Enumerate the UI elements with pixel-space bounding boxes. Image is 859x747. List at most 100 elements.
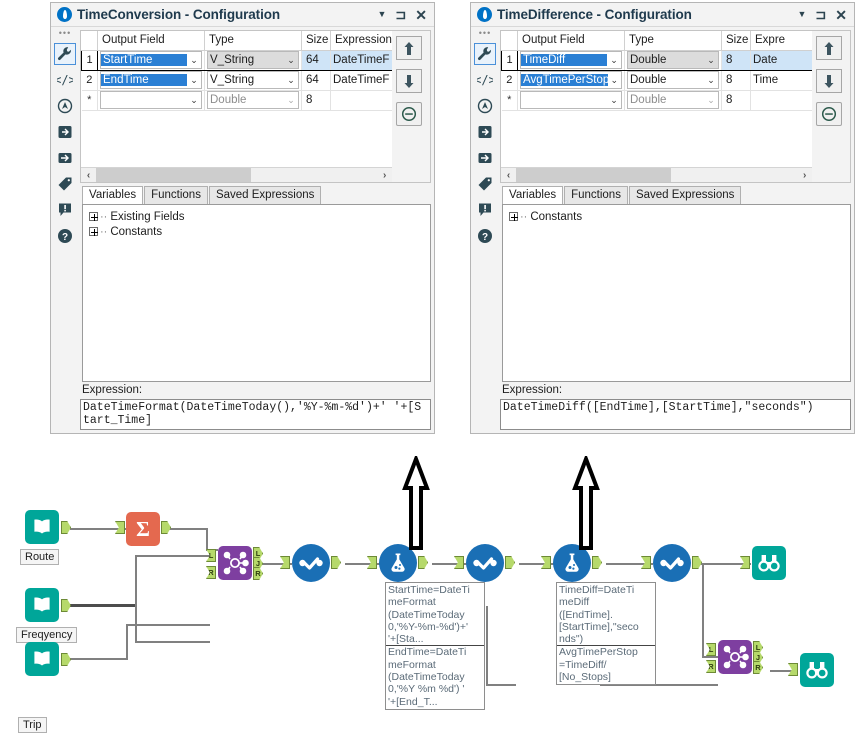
chevron-down-icon[interactable]: ⌄ bbox=[704, 95, 718, 106]
output-port[interactable] bbox=[592, 556, 602, 569]
table-row[interactable]: 1 TimeDiff ⌄ Double ⌄ 8 Date bbox=[501, 49, 813, 71]
tool-summarize[interactable]: Σ bbox=[115, 512, 171, 546]
wrench-icon[interactable] bbox=[474, 43, 496, 65]
move-up-button[interactable] bbox=[816, 36, 843, 60]
tag-icon[interactable] bbox=[54, 173, 76, 195]
tag-icon[interactable] bbox=[474, 173, 496, 195]
output-port[interactable] bbox=[692, 556, 702, 569]
tab-saved-expressions[interactable]: Saved Expressions bbox=[628, 186, 742, 204]
scroll-left-icon[interactable]: ‹ bbox=[501, 170, 516, 181]
chevron-down-icon[interactable]: ⌄ bbox=[607, 95, 621, 106]
output-fields-grid[interactable]: Output Field Type Size Expre 1 TimeDiff ⌄… bbox=[501, 31, 813, 182]
output-port[interactable] bbox=[61, 653, 71, 666]
node-label-freqyency[interactable]: Freqyency bbox=[16, 627, 78, 643]
dropdown-caret-button[interactable]: ▼ bbox=[797, 10, 806, 19]
move-down-button[interactable] bbox=[396, 69, 423, 93]
tab-variables[interactable]: Variables bbox=[502, 186, 564, 204]
expand-plus-icon[interactable] bbox=[89, 212, 98, 221]
table-row[interactable]: * ⌄ Double ⌄ 8 bbox=[501, 90, 813, 111]
expression-cell[interactable]: Time bbox=[750, 70, 813, 91]
tool-browse-1[interactable] bbox=[740, 546, 786, 580]
output-port[interactable] bbox=[505, 556, 515, 569]
scrollbar-track[interactable] bbox=[96, 167, 378, 182]
size-cell[interactable]: 8 bbox=[301, 90, 331, 111]
chevron-down-icon[interactable]: ⌄ bbox=[608, 75, 621, 86]
tool-input-trip[interactable] bbox=[25, 642, 71, 676]
chevron-down-icon[interactable]: ⌄ bbox=[284, 55, 298, 66]
expand-plus-icon[interactable] bbox=[89, 227, 98, 236]
tree-item-constants[interactable]: ·· Constants bbox=[89, 224, 430, 239]
compass-icon[interactable] bbox=[54, 95, 76, 117]
type-cell[interactable]: V_String ⌄ bbox=[204, 49, 302, 71]
output-field-cell[interactable]: ⌄ bbox=[517, 90, 625, 111]
output-port[interactable] bbox=[61, 599, 71, 612]
table-row[interactable]: 1 StartTime ⌄ V_String ⌄ 64 DateTimeF bbox=[81, 49, 393, 71]
expression-cell[interactable]: DateTimeF bbox=[330, 49, 393, 71]
expression-cell[interactable]: DateTimeF bbox=[330, 70, 393, 91]
join-output-right-port[interactable]: R bbox=[753, 661, 763, 674]
tool-select-2[interactable] bbox=[454, 544, 515, 582]
join-input-right-port[interactable]: R bbox=[706, 660, 716, 673]
node-label-route[interactable]: Route bbox=[20, 549, 60, 565]
size-cell[interactable]: 8 bbox=[721, 49, 751, 71]
dropdown-caret-button[interactable]: ▼ bbox=[377, 10, 386, 19]
output-field-cell[interactable]: StartTime ⌄ bbox=[97, 49, 205, 71]
size-cell[interactable]: 8 bbox=[721, 90, 751, 111]
output-port[interactable] bbox=[418, 556, 428, 569]
size-cell[interactable]: 8 bbox=[721, 70, 751, 91]
output-fields-grid[interactable]: Output Field Type Size Expression 1 Star… bbox=[81, 31, 393, 182]
table-row[interactable]: 2 EndTime ⌄ V_String ⌄ 64 DateTimeF bbox=[81, 70, 393, 91]
table-row[interactable]: * ⌄ Double ⌄ 8 bbox=[81, 90, 393, 111]
input-arrow-icon[interactable] bbox=[54, 121, 76, 143]
move-up-button[interactable] bbox=[396, 36, 423, 60]
code-icon[interactable]: </> bbox=[54, 69, 76, 91]
expression-input[interactable]: DateTimeDiff([EndTime],[StartTime],"seco… bbox=[500, 399, 851, 430]
type-cell[interactable]: Double ⌄ bbox=[624, 70, 722, 91]
pin-button[interactable]: ⊐ bbox=[395, 8, 406, 21]
expression-cell[interactable] bbox=[750, 90, 813, 111]
chevron-down-icon[interactable]: ⌄ bbox=[187, 95, 201, 106]
size-cell[interactable]: 64 bbox=[301, 70, 331, 91]
type-cell[interactable]: Double ⌄ bbox=[204, 90, 302, 111]
pin-button[interactable]: ⊐ bbox=[815, 8, 826, 21]
expression-input[interactable]: DateTimeFormat(DateTimeToday(),'%Y-%m-%d… bbox=[80, 399, 431, 430]
scrollbar-track[interactable] bbox=[516, 167, 798, 182]
output-field-cell[interactable]: ⌄ bbox=[97, 90, 205, 111]
output-port[interactable] bbox=[331, 556, 341, 569]
chevron-down-icon[interactable]: ⌄ bbox=[187, 55, 201, 66]
tool-input-freqyency[interactable] bbox=[25, 588, 71, 622]
output-field-cell[interactable]: EndTime ⌄ bbox=[97, 70, 205, 91]
join-input-right-port[interactable]: R bbox=[206, 566, 216, 579]
type-cell[interactable]: V_String ⌄ bbox=[204, 70, 302, 91]
chevron-down-icon[interactable]: ⌄ bbox=[284, 75, 298, 86]
wrench-icon[interactable] bbox=[54, 43, 76, 65]
variables-tree[interactable]: ·· Constants bbox=[502, 204, 851, 382]
scroll-right-icon[interactable]: › bbox=[377, 170, 392, 181]
chevron-down-icon[interactable]: ⌄ bbox=[607, 55, 621, 66]
tab-functions[interactable]: Functions bbox=[564, 186, 628, 204]
variables-tree[interactable]: ·· Existing Fields ·· Constants bbox=[82, 204, 431, 382]
expand-plus-icon[interactable] bbox=[509, 212, 518, 221]
tab-saved-expressions[interactable]: Saved Expressions bbox=[208, 186, 322, 204]
output-field-cell[interactable]: TimeDiff ⌄ bbox=[517, 49, 625, 71]
join-output-right-port[interactable]: R bbox=[253, 567, 263, 580]
code-icon[interactable]: </> bbox=[474, 69, 496, 91]
expression-cell[interactable]: Date bbox=[750, 49, 813, 71]
input-arrow-icon[interactable] bbox=[474, 121, 496, 143]
tool-browse-2[interactable] bbox=[788, 653, 834, 687]
tab-variables[interactable]: Variables bbox=[82, 186, 144, 204]
remove-row-button[interactable] bbox=[396, 102, 423, 126]
warning-icon[interactable] bbox=[54, 199, 76, 221]
grid-horizontal-scrollbar[interactable]: ‹ › bbox=[81, 167, 393, 182]
output-arrow-icon[interactable] bbox=[474, 147, 496, 169]
close-button[interactable]: ✕ bbox=[415, 8, 427, 22]
output-arrow-icon[interactable] bbox=[54, 147, 76, 169]
output-port[interactable] bbox=[61, 521, 71, 534]
help-icon[interactable]: ? bbox=[54, 225, 76, 247]
scroll-right-icon[interactable]: › bbox=[797, 170, 812, 181]
tool-select-3[interactable] bbox=[641, 544, 702, 582]
move-down-button[interactable] bbox=[816, 69, 843, 93]
type-cell[interactable]: Double ⌄ bbox=[624, 49, 722, 71]
grid-horizontal-scrollbar[interactable]: ‹ › bbox=[501, 167, 813, 182]
tool-join-2[interactable]: L R L J R bbox=[706, 640, 763, 674]
